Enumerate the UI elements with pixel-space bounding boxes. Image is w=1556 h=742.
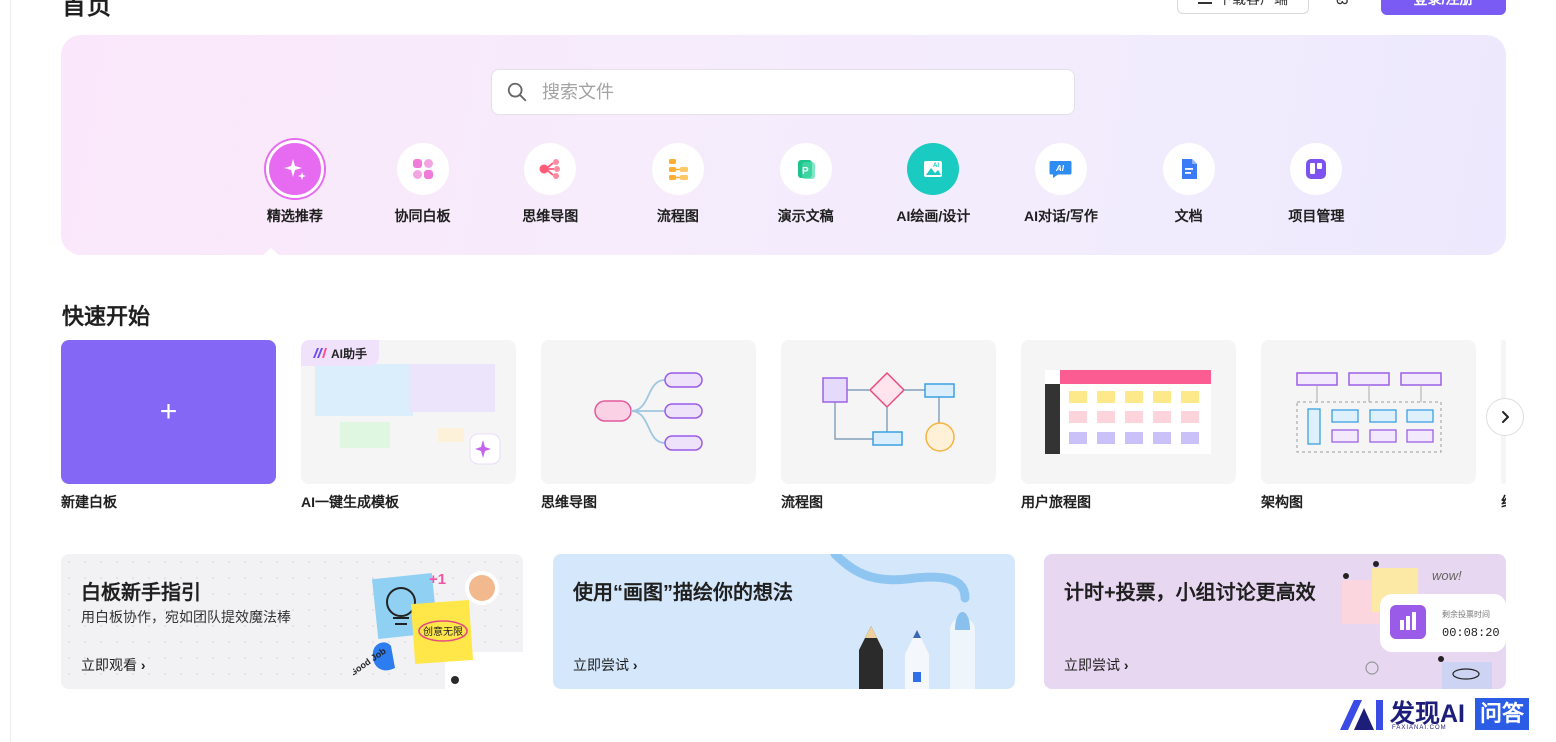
ai-badge-label: AI助手 [331, 346, 368, 361]
try-now-link[interactable]: 立即尝试 › [573, 655, 638, 675]
left-divider [10, 0, 11, 742]
flowchart-template-card[interactable] [781, 340, 996, 484]
architecture-template-card[interactable] [1261, 340, 1476, 484]
category-project[interactable]: 项目管理 [1253, 143, 1381, 226]
document-icon [1181, 159, 1197, 179]
category-label: 协同白板 [394, 208, 451, 224]
category-flowchart[interactable]: 流程图 [614, 143, 742, 226]
banner-subtitle: 用白板协作，宛如团队提效魔法棒 [81, 609, 291, 625]
new-whiteboard-card[interactable]: + [61, 340, 276, 484]
beginner-guide-banner[interactable]: 白板新手指引 用白板协作，宛如团队提效魔法棒 立即观看 › 创意无限 +1 Go… [61, 554, 523, 689]
drawing-banner[interactable]: 使用“画图”描绘你的想法 立即尝试 › [553, 554, 1015, 689]
presentation-icon: P [797, 160, 815, 179]
flowchart-icon [668, 159, 688, 180]
search-input[interactable] [540, 80, 1044, 104]
brand-logo-icon [1340, 700, 1383, 730]
card-label: AI一键生成模板 [301, 494, 399, 510]
category-featured[interactable]: 精选推荐 [231, 140, 359, 226]
download-client-button[interactable]: 下载客户端 [1177, 0, 1309, 14]
ai-template-card[interactable]: AI助手 [301, 340, 516, 484]
search-icon [507, 82, 527, 102]
card-label: 新建白板 [61, 494, 117, 510]
ai-chat-icon: AI [1049, 161, 1072, 178]
search-bar[interactable] [491, 69, 1075, 115]
category-label: 流程图 [656, 208, 699, 224]
architecture-thumbnail [1296, 372, 1442, 453]
try-now-link[interactable]: 立即尝试 › [1064, 655, 1129, 675]
timer-vote-banner[interactable]: 计时+投票，小组讨论更高效 立即尝试 › wow! 剩余投票时间 00:08:2… [1044, 554, 1506, 689]
plus-icon: + [159, 395, 178, 428]
category-label: 精选推荐 [266, 208, 323, 224]
whiteboard-icon [412, 159, 433, 179]
flowchart-thumbnail [822, 371, 955, 452]
mindmap-thumbnail [594, 372, 703, 451]
svg-text:+1: +1 [429, 571, 446, 588]
page-title: 首页 [62, 0, 112, 20]
carousel-next-button[interactable] [1486, 398, 1524, 436]
category-label: 项目管理 [1288, 208, 1345, 224]
category-label: 文档 [1174, 208, 1203, 224]
category-label: 演示文稿 [777, 208, 834, 224]
category-ai-painting[interactable]: AI AI绘画/设计 [869, 143, 997, 226]
mindmap-icon [539, 159, 561, 179]
timer-vote-illustration: wow! 剩余投票时间 00:08:20 [1342, 561, 1506, 689]
card-label: 线框图 [1501, 492, 1506, 512]
sparkle-icon [283, 159, 306, 180]
card-label: 用户旅程图 [1021, 494, 1091, 510]
project-icon [1306, 159, 1327, 179]
card-label: 架构图 [1261, 494, 1303, 510]
watermark-qa: 问答 [1475, 698, 1530, 730]
svg-text:AI: AI [1055, 164, 1065, 173]
download-label: 下载客户端 [1218, 0, 1288, 9]
category-label: AI对话/写作 [1024, 208, 1098, 224]
watch-now-link[interactable]: 立即观看 › [81, 655, 146, 675]
menu-icon [1198, 2, 1212, 4]
category-nav: 精选推荐 协同白板 思维导图 流程图 P 演示文稿 AI AI绘画/设计 AI … [231, 140, 1381, 226]
user-journey-thumbnail [1045, 370, 1211, 454]
chevron-right-icon: › [632, 657, 638, 673]
guide-illustration: 创意无限 +1 Good Job [353, 571, 523, 689]
category-whiteboard[interactable]: 协同白板 [359, 143, 487, 226]
chevron-right-icon: › [140, 657, 146, 673]
ai-assistant-badge: AI助手 [301, 340, 380, 366]
banner-title: 白板新手指引 [81, 582, 201, 604]
hero-panel: 精选推荐 协同白板 思维导图 流程图 P 演示文稿 AI AI绘画/设计 AI … [61, 35, 1506, 255]
login-button[interactable]: 登录/注册 [1381, 0, 1506, 15]
svg-text:P: P [802, 166, 809, 177]
watermark-domain: FAXIANAI.COM [1392, 725, 1447, 731]
language-icon[interactable]: ట [1336, 0, 1348, 12]
category-label: AI绘画/设计 [896, 208, 971, 224]
pencils-illustration [830, 554, 975, 689]
user-journey-template-card[interactable] [1021, 340, 1236, 484]
watermark: 发现AI FAXIANAI.COM 问答 [1340, 698, 1530, 731]
svg-text:00:08:20: 00:08:20 [1442, 626, 1500, 640]
category-document[interactable]: 文档 [1125, 143, 1253, 226]
active-indicator [262, 248, 280, 256]
watermark-brand: 发现AI [1390, 700, 1466, 728]
svg-text:创意无限: 创意无限 [423, 625, 463, 638]
chevron-right-icon [1502, 411, 1509, 423]
quick-start-title: 快速开始 [62, 304, 151, 329]
category-mindmap[interactable]: 思维导图 [486, 143, 614, 226]
banner-title: 使用“画图”描绘你的想法 [573, 582, 793, 604]
svg-text:AI: AI [933, 163, 939, 169]
mindmap-template-card[interactable] [541, 340, 756, 484]
chevron-right-icon: › [1123, 657, 1129, 673]
ai-painting-icon: AI [924, 161, 943, 177]
banner-title: 计时+投票，小组讨论更高效 [1064, 582, 1316, 604]
svg-text:剩余投票时间: 剩余投票时间 [1442, 609, 1490, 619]
card-label: 流程图 [781, 494, 823, 510]
category-label: 思维导图 [522, 208, 579, 224]
category-ai-chat[interactable]: AI AI对话/写作 [997, 143, 1125, 226]
svg-text:wow!: wow! [1432, 568, 1462, 583]
card-label: 思维导图 [541, 494, 597, 510]
category-presentation[interactable]: P 演示文稿 [742, 143, 870, 226]
ai-logo-icon [313, 348, 327, 358]
